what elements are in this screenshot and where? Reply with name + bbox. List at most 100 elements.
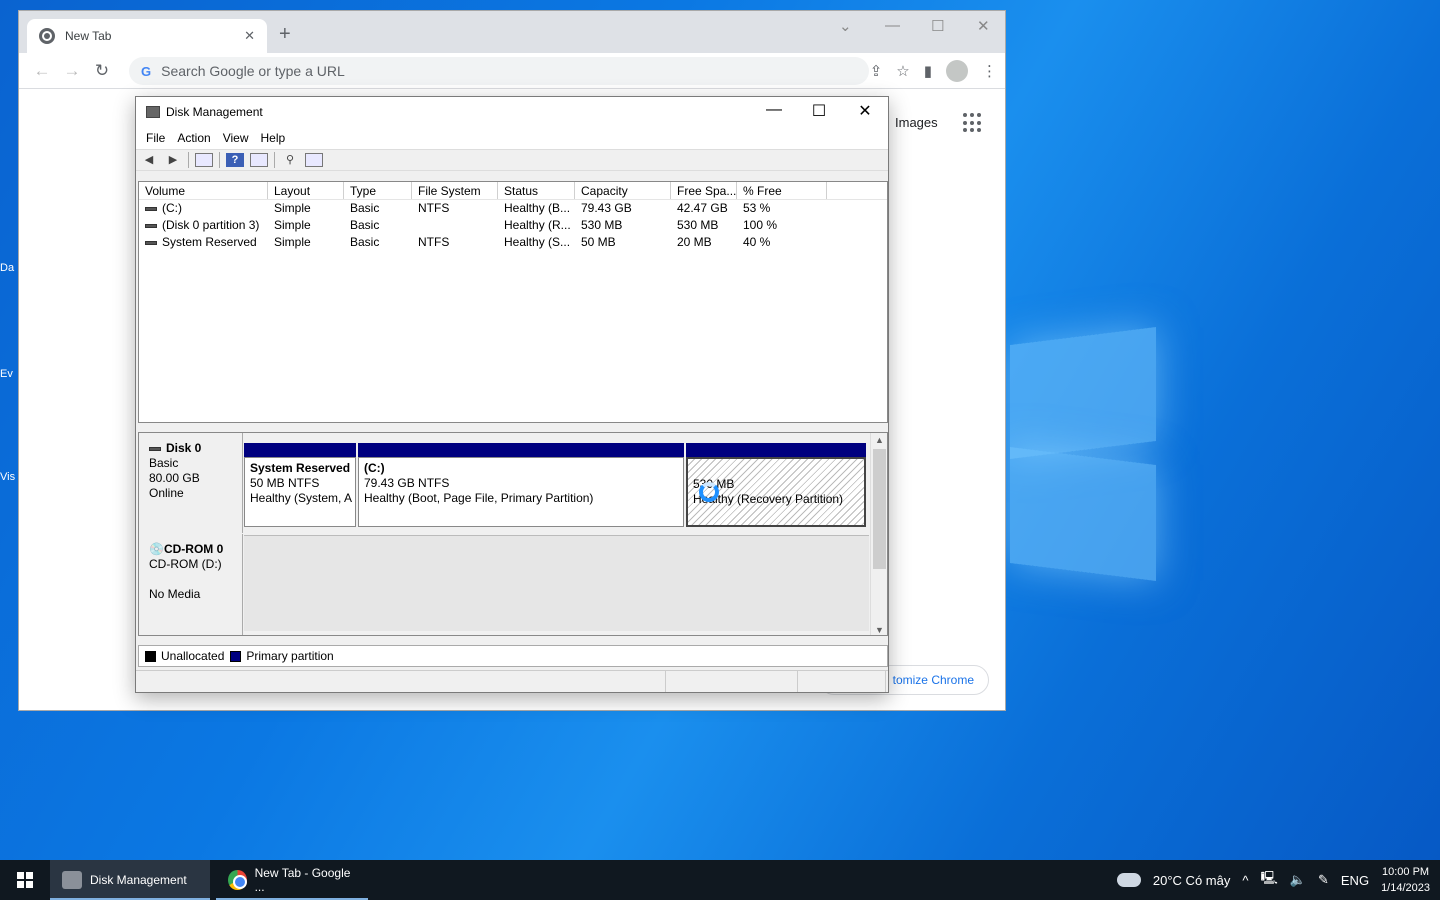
- show-hidden-icons-chevron-icon[interactable]: ^: [1242, 873, 1248, 888]
- partition-bar: [358, 443, 684, 457]
- desktop-icon-2[interactable]: Ev: [0, 368, 20, 380]
- disk0-kind: Basic: [149, 456, 179, 470]
- address-bar[interactable]: G Search Google or type a URL: [129, 57, 869, 85]
- taskbar: Disk Management New Tab - Google ... 20°…: [0, 860, 1440, 900]
- menu-action[interactable]: Action: [171, 131, 216, 145]
- desktop-icon-label: Ev: [0, 368, 13, 380]
- side-panel-icon[interactable]: ▮: [924, 62, 932, 80]
- dm-minimize-button[interactable]: —: [754, 101, 794, 119]
- new-tab-button[interactable]: +: [279, 23, 291, 46]
- volume-icon[interactable]: 🔈: [1290, 872, 1306, 888]
- col-free-space[interactable]: Free Spa...: [671, 182, 737, 199]
- cell-free: 530 MB: [677, 218, 719, 232]
- desktop-icon-label: Da: [0, 262, 15, 274]
- images-link[interactable]: Images: [895, 115, 938, 130]
- network-icon[interactable]: 🖳: [1260, 869, 1277, 891]
- minimize-button[interactable]: —: [885, 17, 900, 34]
- cell-free: 20 MB: [677, 235, 712, 249]
- cell-volume: (Disk 0 partition 3): [139, 217, 268, 234]
- primary-swatch: [230, 650, 242, 662]
- profile-avatar[interactable]: [946, 60, 968, 82]
- disk0-info[interactable]: Disk 0 Basic 80.00 GB Online: [139, 433, 243, 533]
- windows-logo: [1010, 318, 1158, 584]
- cell-fs: NTFS: [418, 235, 450, 249]
- forward-arrow-icon[interactable]: →: [57, 61, 87, 81]
- windows-start-icon: [17, 872, 33, 888]
- disk-pane-scrollbar[interactable]: ▲ ▼: [870, 433, 887, 635]
- pen-icon[interactable]: ✎: [1318, 872, 1329, 888]
- cell-pct: 40 %: [743, 235, 771, 249]
- language-indicator[interactable]: ENG: [1341, 873, 1369, 888]
- table-row[interactable]: (Disk 0 partition 3) Simple Basic Health…: [139, 217, 887, 234]
- partition-body: System Reserved 50 MB NTFS Healthy (Syst…: [244, 457, 356, 527]
- cell-fs: [412, 217, 498, 234]
- table-row[interactable]: (C:) Simple Basic NTFS Healthy (B... 79.…: [139, 200, 887, 217]
- cdrom-icon: 💿: [149, 542, 164, 556]
- partition-c-drive[interactable]: (C:) 79.43 GB NTFS Healthy (Boot, Page F…: [358, 443, 684, 529]
- taskbar-item-disk-management[interactable]: Disk Management: [50, 860, 210, 900]
- system-tray: 20°C Có mây ^ 🖳 🔈 ✎ ENG 10:00 PM 1/14/20…: [1116, 864, 1440, 896]
- cell-layout: Simple: [274, 235, 311, 249]
- desktop-icon-3[interactable]: Vis: [0, 471, 20, 483]
- scroll-up-icon[interactable]: ▲: [871, 435, 887, 445]
- share-icon[interactable]: ⇪: [870, 62, 883, 80]
- legend-primary: Primary partition: [246, 649, 334, 663]
- forward-arrow-icon[interactable]: ▶: [164, 153, 182, 167]
- show-hide-console-tree-icon[interactable]: [195, 153, 213, 167]
- cdrom-area: [244, 535, 869, 631]
- help-icon[interactable]: ?: [226, 153, 244, 167]
- address-placeholder: Search Google or type a URL: [161, 63, 345, 79]
- scroll-down-icon[interactable]: ▼: [871, 625, 887, 635]
- menu-help[interactable]: Help: [255, 131, 292, 145]
- back-arrow-icon[interactable]: ◀: [140, 153, 158, 167]
- col-type[interactable]: Type: [344, 182, 412, 199]
- connect-icon[interactable]: ⚲: [281, 153, 299, 167]
- col-status[interactable]: Status: [498, 182, 575, 199]
- partition-bar: [244, 443, 356, 457]
- cell-pct: 53 %: [743, 201, 771, 215]
- settings-list-icon[interactable]: [305, 153, 323, 167]
- col-capacity[interactable]: Capacity: [575, 182, 671, 199]
- clock[interactable]: 10:00 PM 1/14/2023: [1381, 864, 1430, 896]
- chrome-menu-icon[interactable]: ⋮: [982, 62, 997, 80]
- volume-name: (C:): [162, 201, 182, 215]
- dm-maximize-button[interactable]: ☐: [799, 101, 839, 121]
- col-file-system[interactable]: File System: [412, 182, 498, 199]
- status-pane: [798, 671, 886, 692]
- volume-list: Volume Layout Type File System Status Ca…: [138, 181, 888, 423]
- google-apps-icon[interactable]: [963, 113, 983, 133]
- col-percent-free[interactable]: % Free: [737, 182, 827, 199]
- toolbar-divider: [274, 152, 275, 168]
- cell-fs: NTFS: [418, 201, 450, 215]
- tab-new-tab[interactable]: New Tab ✕: [27, 19, 267, 53]
- weather-cloud-icon[interactable]: [1116, 873, 1141, 887]
- col-volume[interactable]: Volume: [139, 182, 268, 199]
- dm-toolbar: ◀ ▶ ? ⚲: [136, 149, 888, 171]
- partition-system-reserved[interactable]: System Reserved 50 MB NTFS Healthy (Syst…: [244, 443, 356, 529]
- volume-list-header: Volume Layout Type File System Status Ca…: [139, 182, 887, 200]
- start-button[interactable]: [0, 860, 50, 900]
- col-layout[interactable]: Layout: [268, 182, 344, 199]
- reload-icon[interactable]: ↻: [87, 61, 117, 81]
- maximize-button[interactable]: ☐: [931, 17, 944, 35]
- cell-capacity: 530 MB: [581, 218, 623, 232]
- menu-view[interactable]: View: [217, 131, 255, 145]
- dm-status-bar: [136, 670, 888, 692]
- scroll-thumb[interactable]: [873, 449, 886, 569]
- dm-title-bar: Disk Management — ☐ ✕: [136, 97, 888, 127]
- cdrom0-info[interactable]: 💿 CD-ROM 0 CD-ROM (D:) No Media: [139, 534, 243, 635]
- close-button[interactable]: ✕: [977, 17, 990, 35]
- tab-close-icon[interactable]: ✕: [244, 28, 255, 44]
- properties-icon[interactable]: [250, 153, 268, 167]
- back-arrow-icon[interactable]: ←: [27, 61, 57, 81]
- table-row[interactable]: System Reserved Simple Basic NTFS Health…: [139, 234, 887, 251]
- weather-text[interactable]: 20°C Có mây: [1153, 873, 1230, 888]
- taskbar-item-chrome[interactable]: New Tab - Google ...: [216, 860, 368, 900]
- cdrom-drive: CD-ROM (D:): [149, 557, 222, 571]
- dm-close-button[interactable]: ✕: [845, 101, 885, 121]
- menu-file[interactable]: File: [140, 131, 171, 145]
- bookmark-star-icon[interactable]: ☆: [896, 62, 909, 80]
- tab-search-icon[interactable]: ⌄: [839, 17, 852, 35]
- desktop-icon-1[interactable]: Da: [0, 262, 20, 274]
- legend-bar: Unallocated Primary partition: [138, 645, 888, 667]
